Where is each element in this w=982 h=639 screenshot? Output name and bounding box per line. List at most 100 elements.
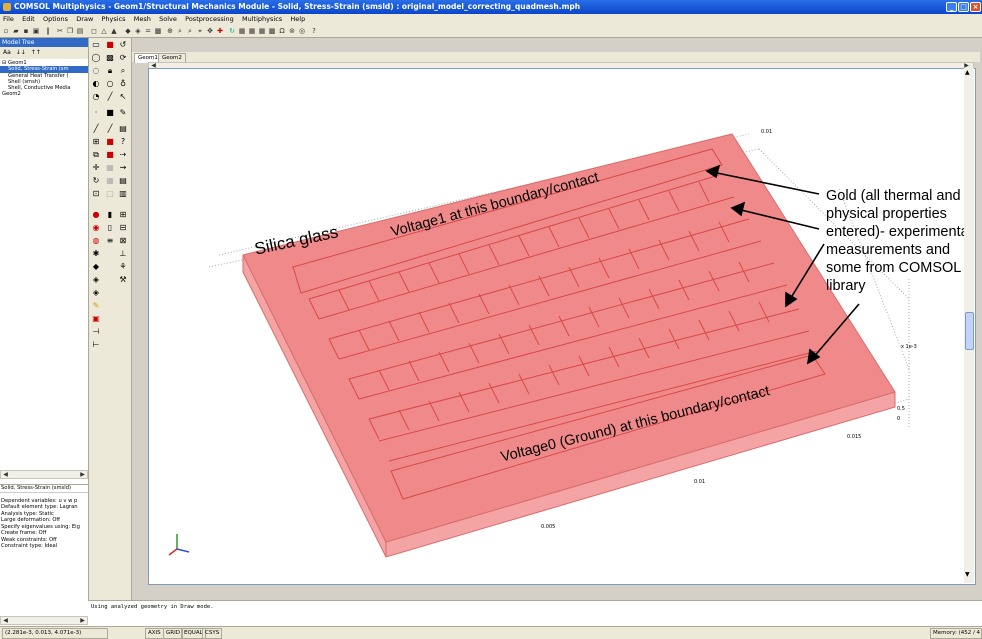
square-icon[interactable]: ■ <box>105 108 115 118</box>
orbit-icon[interactable]: ↻ <box>228 27 236 35</box>
settings-icon[interactable]: ⊚ <box>288 27 296 35</box>
props-horizontal-scrollbar[interactable]: ◀ ▶ <box>0 616 88 625</box>
draw-mode-icon[interactable]: ◻ <box>90 27 98 35</box>
close-button[interactable]: × <box>970 2 981 12</box>
edit-tool-icon[interactable]: ✎ <box>118 108 128 118</box>
csys-toggle[interactable]: CSYS <box>202 628 223 639</box>
pipe-icon[interactable]: ╱ <box>105 124 115 134</box>
canvas-vertical-scrollbar[interactable]: ▲ ▼ <box>964 68 974 583</box>
menu-multiphysics[interactable]: Multiphysics <box>239 14 285 25</box>
doc-icon[interactable]: ▯ <box>105 223 115 233</box>
open-folder-icon[interactable]: ▰ <box>12 27 20 35</box>
zoom-window-icon[interactable]: ⊕ <box>166 27 174 35</box>
curve-icon[interactable]: ◔ <box>91 92 101 102</box>
collapse-icon[interactable]: ↑↑ <box>31 49 41 56</box>
zoom-mag-icon[interactable]: ⌕ <box>118 66 128 76</box>
tree-horizontal-scrollbar[interactable]: ◀ ▶ <box>0 470 88 479</box>
array-icon[interactable]: ⊞ <box>91 137 101 147</box>
page-icon[interactable]: ▮ <box>105 210 115 220</box>
question-icon[interactable]: ? <box>118 137 128 147</box>
edit-line-icon[interactable]: ╱ <box>105 92 115 102</box>
table2-icon[interactable]: ▥ <box>118 189 128 199</box>
solve-icon[interactable]: ▩ <box>154 27 162 35</box>
tree-item-geom2[interactable]: Geom2 <box>0 91 88 97</box>
lock-icon[interactable]: 🔒︎ <box>105 66 115 76</box>
line-icon[interactable]: ◐ <box>91 79 101 89</box>
copy-icon[interactable]: ❐ <box>66 27 74 35</box>
save-icon[interactable]: ▪ <box>22 27 30 35</box>
xy-icon[interactable]: ⊞ <box>118 210 128 220</box>
split-icon[interactable]: ◈ <box>91 275 101 285</box>
compose-icon[interactable]: ✱ <box>91 249 101 259</box>
axis-icon[interactable]: ↺ <box>118 40 128 50</box>
geometry-canvas[interactable]: 0.005 0.01 0.015 0.01 0.5 0 x 1e-3 Silic… <box>148 68 976 585</box>
solve-equal-icon[interactable]: = <box>144 27 152 35</box>
scroll-right-icon[interactable]: ▶ <box>78 471 87 478</box>
menu-file[interactable]: File <box>0 14 17 25</box>
zoom-in-icon[interactable]: ⌕ <box>176 27 184 35</box>
split-arrow-icon[interactable]: ⇝ <box>118 163 128 173</box>
ortho-icon[interactable]: ▢ <box>105 189 115 199</box>
arrow-icon[interactable]: ⇢ <box>118 150 128 160</box>
intersection-icon[interactable]: ◉ <box>91 223 101 233</box>
properties-icon[interactable]: ▤ <box>118 124 128 134</box>
scroll-up-icon[interactable]: ▲ <box>965 69 970 76</box>
menu-mesh[interactable]: Mesh <box>131 14 154 25</box>
table-icon[interactable]: ▤ <box>118 176 128 186</box>
red-block-icon[interactable]: ■ <box>105 40 115 50</box>
wand-icon[interactable]: ⚘ <box>118 262 128 272</box>
help-icon[interactable]: ? <box>310 27 318 35</box>
render-icon[interactable]: ◎ <box>298 27 306 35</box>
view-default-icon[interactable]: ▩ <box>268 27 276 35</box>
zoom-extents-icon[interactable]: ⌖ <box>196 27 204 35</box>
rectangle-icon[interactable]: ▭ <box>91 40 101 50</box>
sort-alpha-icon[interactable]: Aa <box>3 49 11 56</box>
geometry-3d-view[interactable] <box>149 69 975 584</box>
cylinder-icon[interactable]: ▩ <box>105 53 115 63</box>
tool-icon[interactable]: ⚒ <box>118 275 128 285</box>
zoom-out-icon[interactable]: ⌕ <box>186 27 194 35</box>
coerce-icon[interactable]: ◆ <box>91 262 101 272</box>
work-plane-icon[interactable]: ⊣ <box>91 327 101 337</box>
scale-icon[interactable]: ⊡ <box>91 189 101 199</box>
view-xy-icon[interactable]: ▦ <box>238 27 246 35</box>
menu-edit[interactable]: Edit <box>19 14 38 25</box>
print-icon[interactable]: ▣ <box>32 27 40 35</box>
subdomain-mode-icon[interactable]: ▲ <box>110 27 118 35</box>
minimize-button[interactable]: _ <box>946 2 957 12</box>
chart-icon[interactable]: ⊟ <box>118 223 128 233</box>
copy-obj-icon[interactable]: ⧉ <box>91 150 101 160</box>
select-arrow-icon[interactable]: ↖ <box>118 92 128 102</box>
mesh-refine-icon[interactable]: ◈ <box>134 27 142 35</box>
axis-toggle[interactable]: AXIS <box>145 628 164 639</box>
mesh-init-icon[interactable]: ◆ <box>124 27 132 35</box>
menu-draw[interactable]: Draw <box>73 14 96 25</box>
boundary-mode-icon[interactable]: △ <box>100 27 108 35</box>
fill-icon[interactable]: ■ <box>105 137 115 147</box>
grid-toggle[interactable]: GRID <box>163 628 183 639</box>
rotate-icon[interactable]: ↻ <box>91 176 101 186</box>
scroll-down-icon[interactable]: ▼ <box>965 571 970 578</box>
select-icon[interactable]: ✚ <box>216 27 224 35</box>
model-navigator-icon[interactable]: ‖ <box>44 27 52 35</box>
doc2-icon[interactable]: ≡ <box>105 236 115 246</box>
function-icon[interactable]: ⊥ <box>118 249 128 259</box>
difference-icon[interactable]: ◍ <box>91 236 101 246</box>
menu-options[interactable]: Options <box>40 14 71 25</box>
maximize-button[interactable]: □ <box>958 2 969 12</box>
paste-icon[interactable]: ▤ <box>76 27 84 35</box>
point-icon[interactable]: ◌ <box>91 66 101 76</box>
scroll-thumb[interactable] <box>965 312 974 350</box>
chart2-icon[interactable]: ⊠ <box>118 236 128 246</box>
grid-icon[interactable]: ▦ <box>105 163 115 173</box>
extrude-icon[interactable]: ◈ <box>91 288 101 298</box>
grid-off-icon[interactable]: ▦ <box>105 176 115 186</box>
light-icon[interactable]: Ω <box>278 27 286 35</box>
scroll-right-icon[interactable]: ▶ <box>78 617 87 624</box>
sphere-icon[interactable]: ○ <box>105 79 115 89</box>
menu-physics[interactable]: Physics <box>99 14 129 25</box>
lamp-icon[interactable]: ♁ <box>118 79 128 89</box>
ellipse-icon[interactable]: ◯ <box>91 53 101 63</box>
dimension-icon[interactable]: ⊢ <box>91 340 101 350</box>
view-zx-icon[interactable]: ▦ <box>258 27 266 35</box>
